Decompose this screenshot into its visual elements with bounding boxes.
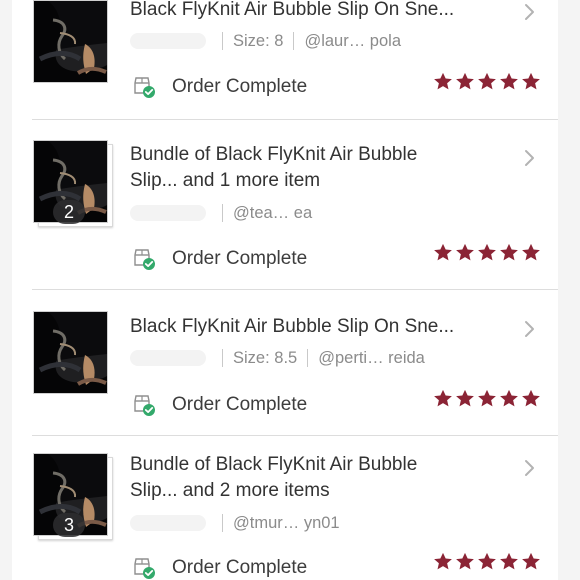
order-title-line-2[interactable]: Slip... and 2 more items xyxy=(130,478,510,504)
order-complete-icon xyxy=(134,249,155,270)
meta-divider xyxy=(222,204,223,222)
bundle-count-badge: 2 xyxy=(53,200,85,224)
sneaker-image xyxy=(34,1,107,82)
star-icon xyxy=(454,388,476,410)
redacted-meta xyxy=(130,515,206,531)
redacted-meta xyxy=(130,205,206,221)
rating-stars xyxy=(432,551,542,575)
order-complete-icon xyxy=(134,395,155,416)
star-icon xyxy=(476,551,498,573)
order-title-line-2[interactable]: Slip... and 1 more item xyxy=(130,168,510,194)
order-item[interactable]: 3 Bundle of Black FlyKnit Air Bubble Sli… xyxy=(12,436,558,580)
star-icon xyxy=(520,388,542,410)
star-icon xyxy=(476,71,498,93)
order-item[interactable]: Black FlyKnit Air Bubble Slip On Sne... … xyxy=(12,0,558,120)
star-icon xyxy=(498,242,520,264)
meta-divider xyxy=(293,32,295,50)
redacted-meta xyxy=(130,350,206,366)
star-icon xyxy=(476,388,498,410)
bundle-thumbnail[interactable]: 2 xyxy=(33,140,113,227)
seller-handle[interactable]: @tea… ea xyxy=(233,204,312,223)
order-status-label: Order Complete xyxy=(172,248,308,269)
product-thumbnail[interactable] xyxy=(33,0,109,83)
product-image[interactable] xyxy=(33,311,108,394)
order-title-line-1[interactable]: Bundle of Black FlyKnit Air Bubble xyxy=(130,452,510,478)
star-icon xyxy=(432,71,454,93)
star-icon xyxy=(498,388,520,410)
sneaker-image xyxy=(34,312,107,393)
rating-stars xyxy=(432,242,542,266)
star-icon xyxy=(454,551,476,573)
order-meta: @tea… ea xyxy=(130,201,312,225)
star-icon xyxy=(454,242,476,264)
order-complete-icon xyxy=(134,77,155,98)
star-icon xyxy=(476,242,498,264)
redacted-meta xyxy=(130,33,206,49)
order-title-line-1[interactable]: Bundle of Black FlyKnit Air Bubble xyxy=(130,142,510,168)
product-image[interactable] xyxy=(33,0,108,83)
order-title[interactable]: Black FlyKnit Air Bubble Slip On Sne... xyxy=(130,314,510,340)
order-meta: Size: 8 @laur… pola xyxy=(130,29,401,53)
order-status-label: Order Complete xyxy=(172,394,308,415)
orders-screen: Black FlyKnit Air Bubble Slip On Sne... … xyxy=(0,0,580,580)
chevron-right-icon[interactable] xyxy=(520,459,538,477)
bundle-count-badge: 3 xyxy=(53,513,85,537)
order-status: Order Complete xyxy=(132,245,307,273)
chevron-right-icon[interactable] xyxy=(520,149,538,167)
order-size: Size: 8.5 xyxy=(233,348,298,367)
star-icon xyxy=(498,551,520,573)
order-status: Order Complete xyxy=(132,391,307,419)
order-status: Order Complete xyxy=(132,554,307,580)
order-meta: @tmur… yn01 xyxy=(130,511,340,535)
order-title[interactable]: Black FlyKnit Air Bubble Slip On Sne... xyxy=(130,0,510,23)
bundle-thumbnail[interactable]: 3 xyxy=(33,453,113,540)
seller-handle[interactable]: @perti… reida xyxy=(318,349,425,368)
rating-stars xyxy=(432,71,542,95)
order-size: Size: 8 xyxy=(233,31,284,50)
meta-divider xyxy=(222,514,223,532)
seller-handle[interactable]: @tmur… yn01 xyxy=(233,514,340,533)
star-icon xyxy=(454,71,476,93)
meta-divider xyxy=(222,349,223,367)
order-item[interactable]: Black FlyKnit Air Bubble Slip On Sne... … xyxy=(12,290,558,436)
rating-stars xyxy=(432,388,542,412)
star-icon xyxy=(432,551,454,573)
product-thumbnail[interactable] xyxy=(33,311,109,394)
seller-handle[interactable]: @laur… pola xyxy=(304,32,401,51)
star-icon xyxy=(520,242,542,264)
order-status: Order Complete xyxy=(132,73,307,101)
star-icon xyxy=(520,551,542,573)
chevron-right-icon[interactable] xyxy=(520,320,538,338)
order-item[interactable]: 2 Bundle of Black FlyKnit Air Bubble Sli… xyxy=(12,120,558,290)
order-meta: Size: 8.5 @perti… reida xyxy=(130,346,425,370)
meta-divider xyxy=(222,32,223,50)
meta-divider xyxy=(307,349,309,367)
order-status-label: Order Complete xyxy=(172,557,308,578)
order-complete-icon xyxy=(134,558,155,579)
star-icon xyxy=(498,71,520,93)
star-icon xyxy=(432,242,454,264)
star-icon xyxy=(432,388,454,410)
chevron-right-icon[interactable] xyxy=(520,3,538,21)
order-status-label: Order Complete xyxy=(172,76,308,97)
star-icon xyxy=(520,71,542,93)
